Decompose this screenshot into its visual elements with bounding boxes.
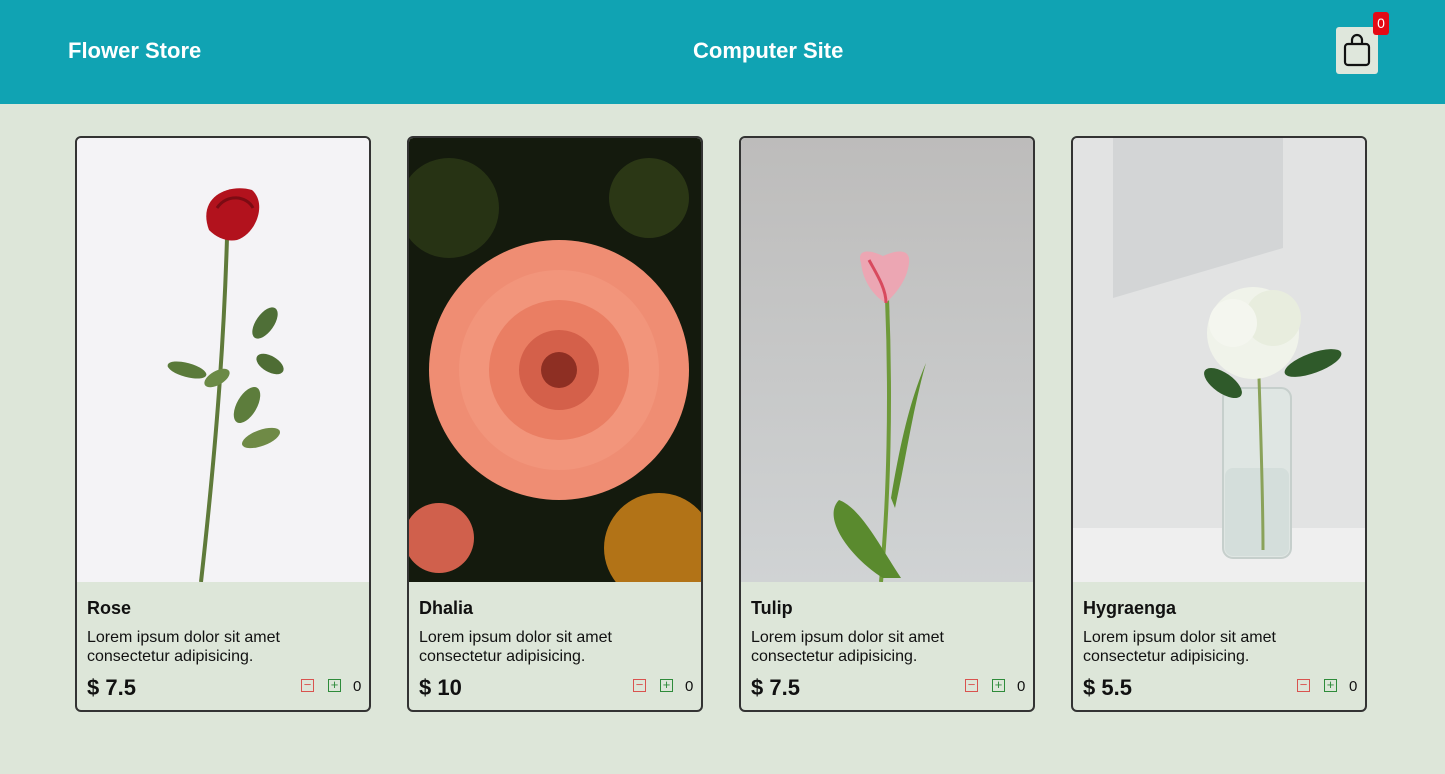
increase-quantity-button[interactable]: +: [660, 678, 673, 692]
increase-quantity-button[interactable]: +: [328, 678, 341, 692]
product-description: Lorem ipsum dolor sit amet consectetur a…: [1083, 629, 1276, 665]
product-image-tulip: [741, 138, 1033, 582]
decrease-quantity-button[interactable]: −: [633, 678, 646, 692]
product-description: Lorem ipsum dolor sit amet consectetur a…: [87, 629, 280, 665]
brand-name[interactable]: Flower Store: [68, 37, 201, 65]
product-image-rose: [77, 138, 369, 582]
product-name: Tulip: [751, 598, 793, 618]
product-price: $ 7.5: [751, 675, 800, 700]
product-description: Lorem ipsum dolor sit amet consectetur a…: [419, 629, 612, 665]
product-card-tulip: Tulip Lorem ipsum dolor sit amet consect…: [739, 136, 1035, 712]
quantity-count: 0: [1349, 678, 1358, 695]
decrease-quantity-button[interactable]: −: [301, 678, 314, 692]
product-name: Dhalia: [419, 598, 474, 618]
cart-button[interactable]: [1336, 27, 1378, 74]
product-description: Lorem ipsum dolor sit amet consectetur a…: [751, 629, 944, 665]
product-image-dhalia: [409, 138, 701, 582]
product-image-hygraenga: [1073, 138, 1365, 582]
product-price: $ 10: [419, 675, 462, 700]
increase-quantity-button[interactable]: +: [1324, 678, 1337, 692]
quantity-count: 0: [685, 678, 694, 695]
shopping-bag-icon: [1343, 33, 1371, 67]
product-card-rose: Rose Lorem ipsum dolor sit amet consecte…: [75, 136, 371, 712]
product-price: $ 7.5: [87, 675, 136, 700]
increase-quantity-button[interactable]: +: [992, 678, 1005, 692]
site-title: Computer Site: [693, 38, 844, 63]
decrease-quantity-button[interactable]: −: [1297, 678, 1310, 692]
product-price: $ 5.5: [1083, 675, 1132, 700]
quantity-count: 0: [353, 678, 362, 695]
quantity-count: 0: [1017, 678, 1026, 695]
product-name: Hygraenga: [1083, 598, 1177, 618]
product-name: Rose: [87, 598, 132, 618]
decrease-quantity-button[interactable]: −: [965, 678, 978, 692]
product-card-hygraenga: Hygraenga Lorem ipsum dolor sit amet con…: [1071, 136, 1367, 712]
cart-count-badge: 0: [1373, 12, 1389, 35]
top-header: Flower Store Computer Site 0: [0, 0, 1445, 104]
product-card-dhalia: Dhalia Lorem ipsum dolor sit amet consec…: [407, 136, 703, 712]
